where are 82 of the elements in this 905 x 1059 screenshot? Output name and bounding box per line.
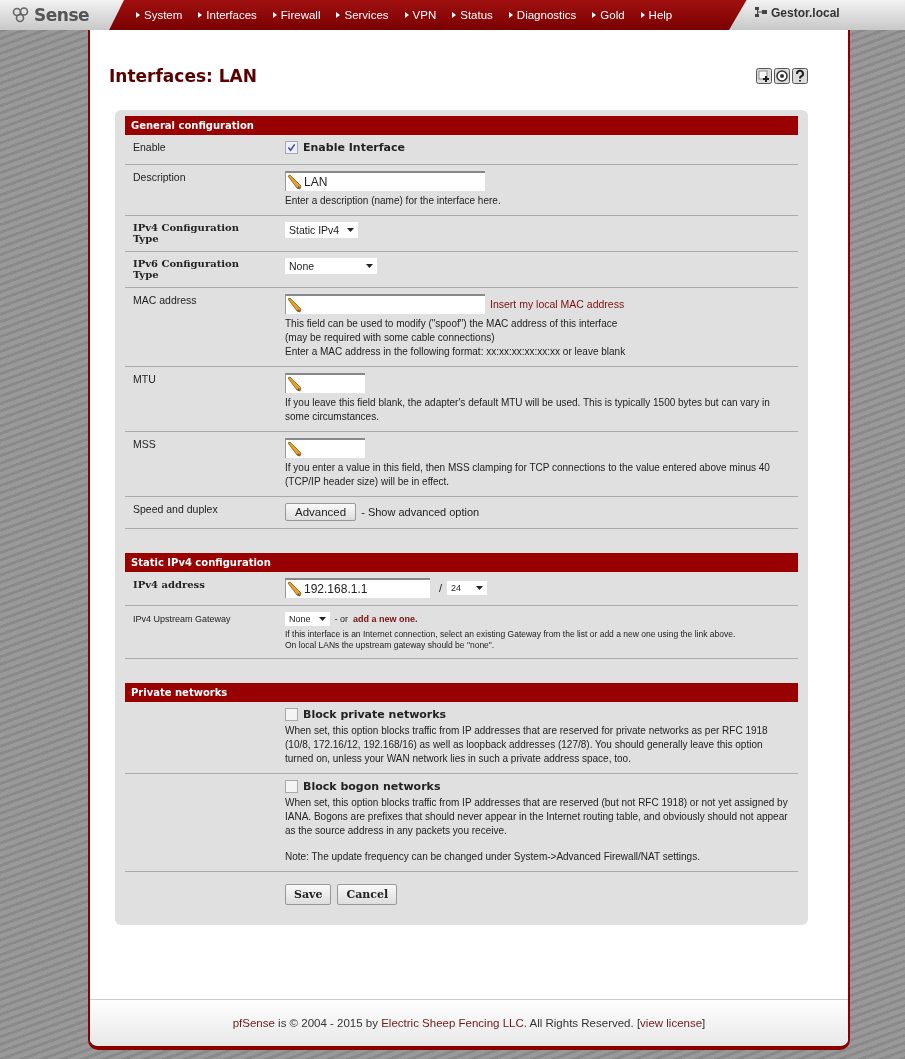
separator: /: [439, 582, 443, 594]
menu-item[interactable]: VPN: [412, 9, 437, 21]
text-field[interactable]: [285, 438, 365, 458]
checkbox[interactable]: [285, 141, 298, 154]
caret-icon: [476, 586, 484, 590]
caret-icon: [347, 228, 355, 232]
add-gateway-link[interactable]: add a new one.: [353, 614, 418, 624]
help-text: Enter a description (name) for the interface here.: [285, 194, 502, 208]
copyright-text: pfSense is © 2004 - 2015 by Electric Sheep Fencing LLC. All Rights Reserved. [view license]: [232, 1017, 706, 1029]
field-label: MTU: [133, 373, 156, 385]
menu-item[interactable]: Gold: [600, 9, 625, 21]
menu-item[interactable]: System: [144, 9, 183, 21]
help-icon[interactable]: [792, 68, 808, 84]
form-button[interactable]: Save: [285, 884, 332, 905]
checkbox-label: Block bogon networks: [303, 780, 441, 793]
pencil-icon: [286, 174, 302, 190]
field-label: MAC address: [133, 294, 197, 306]
triangle-icon: [136, 12, 140, 18]
insert-mac-link[interactable]: Insert my local MAC address: [490, 298, 625, 310]
menu-item[interactable]: Firewall: [280, 9, 321, 21]
page-title: Interfaces: LAN: [109, 66, 257, 86]
section-header: Private networks: [125, 683, 798, 702]
field-label: Enable: [133, 141, 166, 153]
triangle-icon: [272, 12, 277, 18]
triangle-icon: [508, 12, 513, 18]
pencil-icon: [286, 441, 302, 457]
field-label: IPv6 Configuration Type: [133, 258, 240, 280]
text-field[interactable]: 192.168.1.1: [285, 578, 430, 598]
triangle-icon: [404, 12, 409, 18]
field-label: Description: [133, 171, 186, 183]
advanced-button[interactable]: Advanced: [285, 503, 357, 521]
field-label: IPv4 address: [133, 579, 206, 590]
caret-icon: [366, 264, 373, 268]
field-label: IPv4 Configuration Type: [133, 222, 240, 244]
hint-text: - Show advanced option: [361, 506, 480, 518]
help-text: If this interface is an Internet connection, select an existing Gateway from the list or add a new one using the link above.: [285, 629, 737, 640]
text-field[interactable]: [285, 294, 485, 314]
field-label: IPv4 Upstream Gateway: [133, 614, 231, 624]
add-icon[interactable]: [756, 68, 772, 84]
triangle-icon: [640, 12, 645, 18]
menu-item[interactable]: Interfaces: [206, 9, 257, 21]
triangle-icon: [198, 12, 203, 18]
field-label: Speed and duplex: [133, 503, 218, 515]
help-text: When set, this option blocks traffic from IP addresses that are reserved (but not RFC 1918) or not yet assigned by IANA. Bogons are prefixes that should never appear in the Internet routing table, and obviously should not appear as the source address in any packets you receive.: [285, 796, 789, 838]
help-text: If you enter a value in this field, then MSS clamping for TCP connections to the value entered above minus 40 (TCP/IP header size) will be in effect.: [285, 461, 771, 489]
menu-item[interactable]: Status: [460, 9, 493, 21]
checkbox-label: Block private networks: [303, 708, 447, 721]
pencil-icon: [286, 581, 302, 597]
checkbox[interactable]: [285, 780, 298, 793]
or-text: - or: [334, 614, 348, 624]
text-field[interactable]: LAN: [285, 171, 485, 191]
hostname: Gestor.local: [771, 6, 840, 20]
menu-item[interactable]: Help: [648, 9, 673, 21]
company-link[interactable]: Electric Sheep Fencing LLC: [381, 1017, 524, 1029]
help-text: If you leave this field blank, the adapter's default MTU will be used. This is typically 1500 bytes but can vary in some circumstances.: [285, 396, 771, 424]
pencil-icon: [286, 376, 302, 392]
note-text: Note: The update frequency can be changed under System->Advanced Firewall/NAT settings.: [285, 850, 701, 864]
text-field[interactable]: [285, 373, 365, 393]
dropdown[interactable]: None: [285, 258, 377, 274]
section-header: Static IPv4 configuration: [125, 553, 798, 572]
brand-link[interactable]: pfSense: [232, 1017, 275, 1029]
network-icon: [755, 6, 767, 18]
menu-item[interactable]: Diagnostics: [516, 9, 577, 21]
form-button[interactable]: Cancel: [337, 884, 398, 905]
triangle-icon: [452, 12, 457, 18]
help-text: On local LANs the upstream gateway should be "none".: [285, 640, 496, 651]
caret-icon: [318, 617, 326, 621]
gateway-select[interactable]: None: [285, 612, 330, 626]
dropdown[interactable]: Static IPv4: [285, 222, 359, 238]
checkbox-label: Enable Interface: [303, 141, 405, 154]
checkbox[interactable]: [285, 708, 298, 721]
help-text: When set, this option blocks traffic from IP addresses that are reserved for private networks as per RFC 1918 (10/8, 172.16/12, 192.168/16) as well as loopback addresses (127/8). You should generally leave this option turned on, unless your WAN network lies in such a private address space, too.: [285, 724, 769, 766]
menu-item[interactable]: Services: [344, 9, 389, 21]
subnet-select[interactable]: 24: [447, 581, 488, 595]
help-text: Enter a MAC address in the following format: xx:xx:xx:xx:xx:xx or leave blank: [285, 345, 627, 359]
pencil-icon: [286, 297, 302, 313]
section-header: General configuration: [125, 116, 798, 135]
triangle-icon: [592, 12, 597, 18]
help-text: (may be required with some cable connections): [285, 331, 496, 345]
help-text: This field can be used to modify ("spoof") the MAC address of this interface: [285, 317, 619, 331]
triangle-icon: [336, 12, 341, 18]
field-label: MSS: [133, 438, 156, 450]
